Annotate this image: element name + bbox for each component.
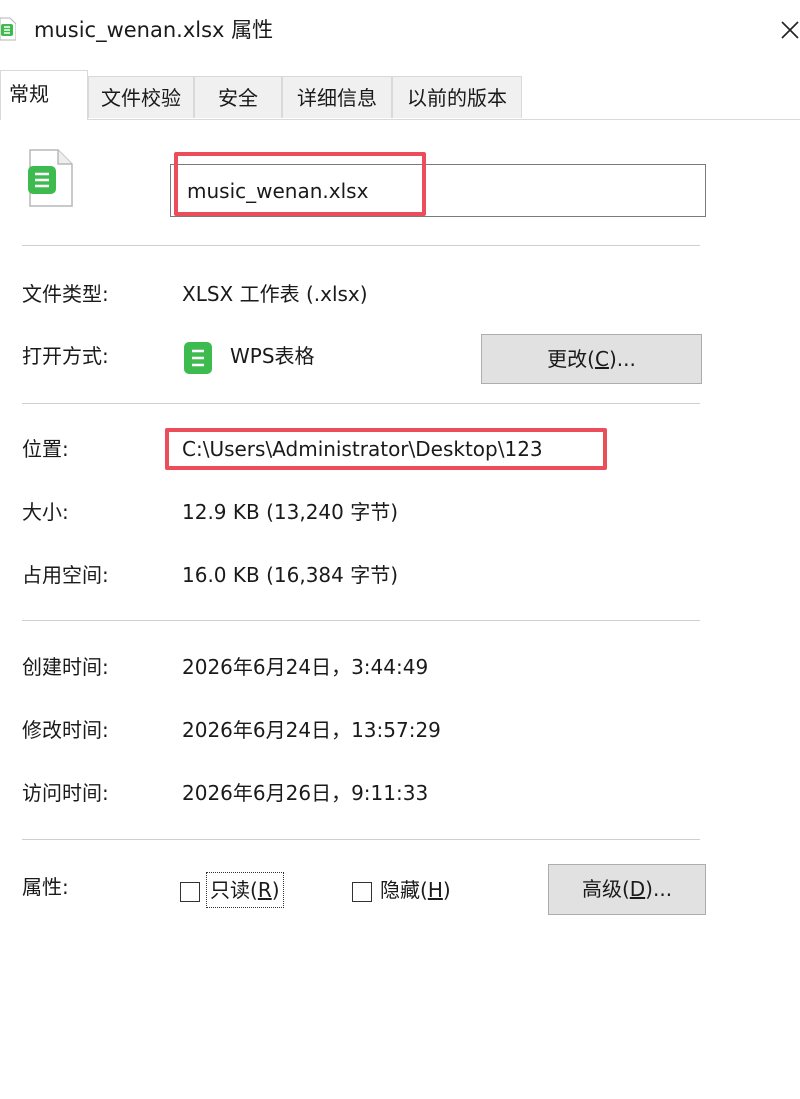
change-button[interactable]: 更改(C)... [481,334,702,384]
size-value: 12.9 KB (13,240 字节) [182,500,399,524]
advanced-button[interactable]: 高级(D)... [548,864,706,915]
accessed-label: 访问时间: [22,781,109,805]
hidden-accel: H [427,878,443,902]
file-type-label: 文件类型: [22,282,109,306]
readonly-label[interactable]: 只读(R) [210,875,280,905]
hidden-label[interactable]: 隐藏(H) [380,875,451,905]
wps-spreadsheet-icon [0,17,16,41]
opens-with-label: 打开方式: [22,344,109,368]
readonly-label-end: ) [271,878,280,902]
size-label: 大小: [22,500,69,524]
change-button-label-end: )... [608,347,636,371]
tab-strip-border [0,119,800,120]
modified-value: 2026年6月24日，13:57:29 [182,718,441,742]
hidden-label-text: 隐藏( [380,878,428,902]
location-label: 位置: [22,437,69,461]
tab-details[interactable]: 详细信息 [282,76,392,118]
file-type-value: XLSX 工作表 (.xlsx) [182,282,368,306]
size-on-disk-value: 16.0 KB (16,384 字节) [182,563,399,587]
close-icon[interactable] [770,10,800,50]
file-name-input[interactable] [170,164,706,217]
readonly-label-text: 只读( [210,878,258,902]
advanced-button-label: 高级( [581,877,630,901]
tab-file-checksum[interactable]: 文件校验 [88,76,194,118]
change-button-accel: C [594,347,609,371]
modified-label: 修改时间: [22,718,109,742]
created-value: 2026年6月24日，3:44:49 [182,655,429,679]
location-value: C:\Users\Administrator\Desktop\123 [182,437,543,461]
accessed-value: 2026年6月26日，9:11:33 [182,781,429,805]
size-on-disk-label: 占用空间: [22,563,109,587]
opens-with-value: WPS表格 [230,344,315,368]
tab-general[interactable]: 常规 [0,70,88,120]
wps-spreadsheet-icon [184,342,212,374]
hidden-checkbox[interactable] [352,882,372,902]
tab-security[interactable]: 安全 [194,76,282,118]
advanced-button-accel: D [629,877,646,901]
divider [22,839,700,840]
readonly-accel: R [257,878,272,902]
readonly-checkbox[interactable] [180,882,200,902]
change-button-label: 更改( [547,347,595,371]
hidden-label-end: ) [442,878,451,902]
attributes-label: 属性: [22,875,69,899]
divider [22,403,700,404]
wps-spreadsheet-icon [28,149,73,207]
divider [22,245,700,246]
tab-strip: 常规 文件校验 安全 详细信息 以前的版本 [0,70,800,120]
title-bar: music_wenan.xlsx 属性 [0,0,800,62]
advanced-button-label-end: )... [645,877,673,901]
divider [22,620,700,621]
created-label: 创建时间: [22,655,109,679]
tab-previous-versions[interactable]: 以前的版本 [392,76,522,118]
window-title: music_wenan.xlsx 属性 [34,18,274,42]
